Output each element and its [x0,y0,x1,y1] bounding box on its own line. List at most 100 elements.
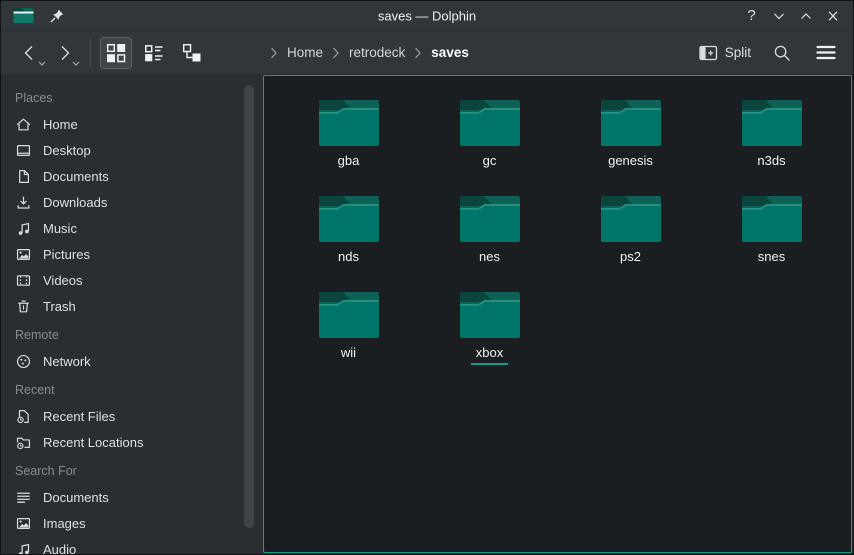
folder-label-nes: nes [479,249,500,265]
search-button[interactable] [769,40,795,66]
breadcrumb-separator-icon [332,47,340,59]
image-icon [15,515,32,532]
sidebar-item-places-pictures[interactable]: Pictures [14,241,239,267]
folder-item-nds[interactable]: nds [278,192,419,288]
split-button[interactable]: Split [699,45,751,61]
video-icon [15,272,32,289]
recent-file-icon [15,408,32,425]
folder-icon [318,194,380,244]
sidebar-item-places-home[interactable]: Home [14,111,239,137]
folder-icon [459,194,521,244]
minimize-icon [771,9,787,23]
sidebar-scrollbar[interactable] [244,85,254,528]
chevron-right-icon [54,43,74,63]
menu-button[interactable] [813,40,839,66]
sidebar-item-search-for-documents[interactable]: Documents [14,484,239,510]
maximize-button[interactable] [793,4,818,28]
icons-view-button[interactable] [100,37,132,69]
recent-folder-icon [15,434,32,451]
music-icon [15,541,32,555]
folder-label-xbox: xbox [471,345,508,365]
sidebar-item-places-videos[interactable]: Videos [14,267,239,293]
sidebar-item-label: Trash [43,299,76,314]
folder-view-panel[interactable]: gbagc genesis n3ds nds nes ps2 snes wii xbox [263,75,852,553]
desktop-icon [15,142,32,159]
sidebar-item-places-music[interactable]: Music [14,215,239,241]
details-view-button[interactable] [138,37,170,69]
close-icon [825,9,841,23]
music-icon [15,220,32,237]
sidebar-item-remote-network[interactable]: Network [14,348,239,374]
folder-label-n3ds: n3ds [757,153,785,169]
sidebar-item-label: Documents [43,169,109,184]
details-view-icon [144,43,164,63]
sidebar-item-label: Downloads [43,195,107,210]
doc-lines-icon [15,489,32,506]
back-dropdown-icon[interactable] [38,61,46,67]
image-icon [15,246,32,263]
home-icon [15,116,32,133]
split-button-label: Split [725,45,751,60]
sidebar-item-search-for-images[interactable]: Images [14,510,239,536]
folder-icon [318,98,380,148]
folder-icon [459,290,521,340]
titlebar: saves — Dolphin ? [1,1,853,31]
trash-icon [15,298,32,315]
folder-icon [600,194,662,244]
folder-label-nds: nds [338,249,359,265]
folder-label-wii: wii [341,345,356,361]
back-button[interactable] [13,37,47,69]
titlebar-left [13,7,65,24]
sidebar-item-search-for-audio[interactable]: Audio [14,536,239,554]
app-folder-icon [13,7,34,24]
breadcrumb-separator-icon [270,47,278,59]
folder-item-gba[interactable]: gba [278,96,419,192]
maximize-icon [798,9,814,23]
forward-dropdown-icon[interactable] [72,61,80,67]
sidebar-item-label: Home [43,117,78,132]
download-icon [15,194,32,211]
sidebar-item-recent-recent-locations[interactable]: Recent Locations [14,429,239,455]
folder-item-gc[interactable]: gc [419,96,560,192]
forward-button[interactable] [47,37,81,69]
folder-item-genesis[interactable]: genesis [560,96,701,192]
places-panel: PlacesHomeDesktopDocumentsDownloadsMusic… [1,74,259,554]
sidebar-item-label: Music [43,221,77,236]
folder-item-nes[interactable]: nes [419,192,560,288]
help-button[interactable]: ? [739,4,764,28]
folder-item-xbox[interactable]: xbox [419,288,560,384]
sidebar-item-label: Pictures [43,247,90,262]
sidebar-item-places-trash[interactable]: Trash [14,293,239,319]
minimize-button[interactable] [766,4,791,28]
sidebar-section-search-for: Search For [15,464,239,478]
icons-view-icon [106,43,126,63]
folder-icon [600,98,662,148]
sidebar-item-places-documents[interactable]: Documents [14,163,239,189]
sidebar-item-places-desktop[interactable]: Desktop [14,137,239,163]
sidebar-item-places-downloads[interactable]: Downloads [14,189,239,215]
window-controls: ? [739,4,845,28]
pin-icon[interactable] [49,8,65,24]
breadcrumb-retrodeck[interactable]: retrodeck [349,45,405,60]
chevron-left-icon [20,43,40,63]
sidebar-item-label: Recent Files [43,409,115,424]
folder-item-ps2[interactable]: ps2 [560,192,701,288]
close-button[interactable] [820,4,845,28]
sidebar-item-label: Videos [43,273,83,288]
dolphin-window: saves — Dolphin ? Home retrodeck saves [0,0,854,555]
tree-view-button[interactable] [176,37,208,69]
view-mode-group [100,37,214,69]
folder-icon [741,98,803,148]
folder-icon [459,98,521,148]
sidebar-item-label: Images [43,516,86,531]
breadcrumb-saves[interactable]: saves [431,45,469,60]
folder-item-snes[interactable]: snes [701,192,842,288]
sidebar-item-recent-recent-files[interactable]: Recent Files [14,403,239,429]
network-icon [15,353,32,370]
folder-label-genesis: genesis [608,153,653,169]
breadcrumb-home[interactable]: Home [287,45,323,60]
folder-label-snes: snes [758,249,785,265]
folder-item-wii[interactable]: wii [278,288,419,384]
sidebar-section-recent: Recent [15,383,239,397]
folder-item-n3ds[interactable]: n3ds [701,96,842,192]
